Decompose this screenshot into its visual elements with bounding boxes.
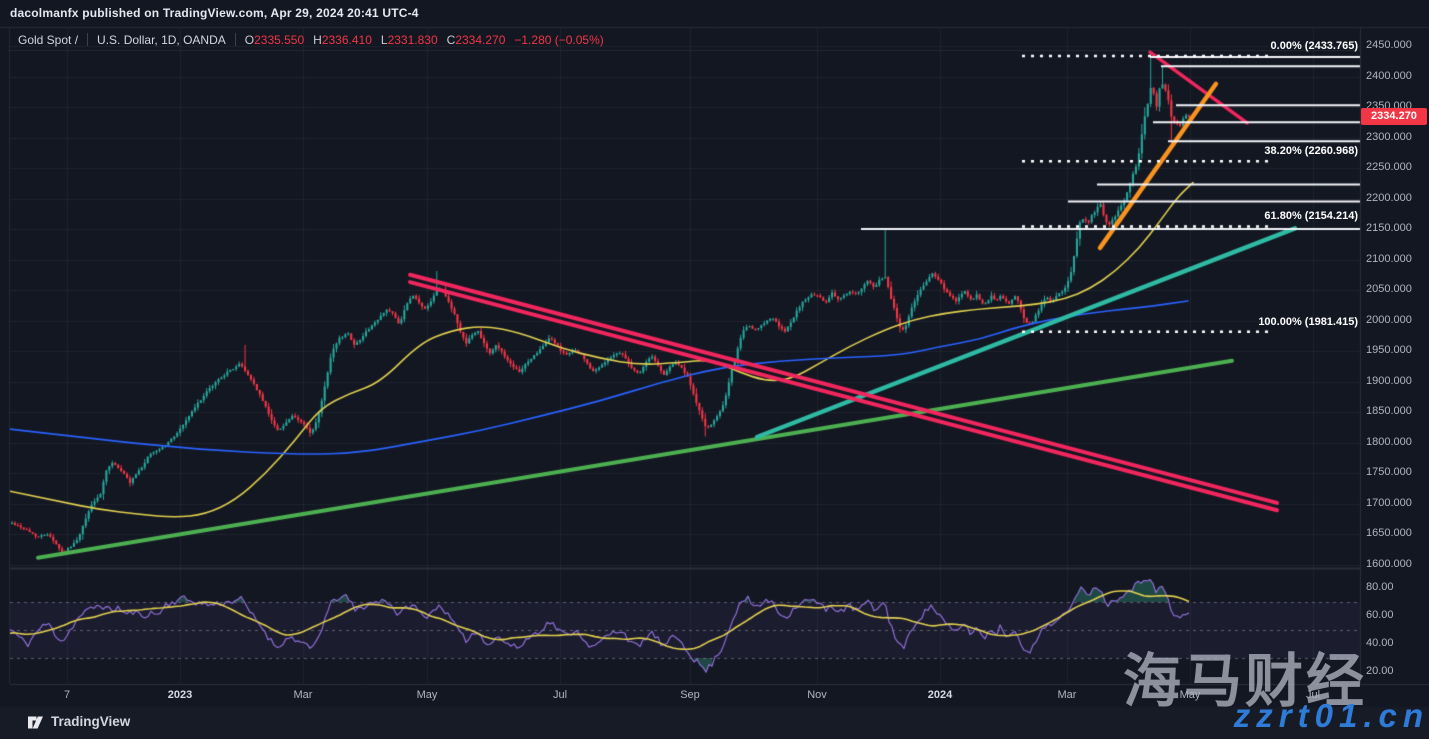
attribution-text: dacolmanfx published on TradingView.com,…	[10, 6, 419, 20]
price-scale-label: 2400.000	[1366, 70, 1412, 82]
ohlc-key: O	[245, 33, 254, 47]
legend-divider	[235, 33, 236, 46]
price-scale-label: 2100.000	[1366, 253, 1412, 265]
symbol-name[interactable]: Gold Spot /	[18, 33, 78, 47]
time-scale-label: Jul	[553, 689, 567, 701]
fib-level-label: 61.80% (2154.214)	[1264, 210, 1358, 222]
change-value: −1.280 (−0.05%)	[514, 33, 603, 47]
rsi-scale-label: 20.00	[1366, 665, 1394, 677]
ohlc-value: 2331.830	[388, 33, 438, 47]
ohlc-value: 2334.270	[455, 33, 505, 47]
price-scale-label: 2000.000	[1366, 314, 1412, 326]
price-scale-label: 2450.000	[1366, 39, 1412, 51]
fib-level-label: 0.00% (2433.765)	[1271, 40, 1358, 52]
chart-canvas[interactable]	[0, 0, 1429, 739]
time-scale-label: 2024	[928, 689, 952, 701]
legend-divider	[87, 33, 88, 46]
tradingview-logo-icon	[27, 713, 44, 730]
price-scale-label: 2150.000	[1366, 222, 1412, 234]
fib-level-label: 38.20% (2260.968)	[1264, 145, 1358, 157]
ohlc-key: C	[447, 33, 456, 47]
time-scale-label: Mar	[294, 689, 313, 701]
rsi-scale-label: 40.00	[1366, 637, 1394, 649]
price-scale-label: 2250.000	[1366, 161, 1412, 173]
time-scale-label: 7	[64, 689, 70, 701]
price-scale-label: 1900.000	[1366, 375, 1412, 387]
time-scale-label: Mar	[1058, 689, 1077, 701]
price-scale-label: 1700.000	[1366, 497, 1412, 509]
ohlc-values: O2335.550 H2336.410 L2331.830 C2334.270	[245, 33, 515, 47]
time-scale-label: Sep	[680, 689, 700, 701]
time-scale-label: May	[417, 689, 438, 701]
tradingview-brand-label: TradingView	[51, 714, 130, 729]
time-scale-label: Nov	[807, 689, 827, 701]
price-scale-label: 1650.000	[1366, 527, 1412, 539]
last-price-tag: 2334.270	[1361, 108, 1427, 125]
price-scale-label: 1950.000	[1366, 344, 1412, 356]
ohlc-key: L	[381, 33, 388, 47]
price-scale-label: 1750.000	[1366, 466, 1412, 478]
price-scale-label: 1850.000	[1366, 405, 1412, 417]
fib-level-label: 100.00% (1981.415)	[1258, 316, 1358, 328]
price-scale-label: 2200.000	[1366, 192, 1412, 204]
price-scale-label: 2300.000	[1366, 131, 1412, 143]
price-scale-label: 2050.000	[1366, 283, 1412, 295]
tradingview-brand-link[interactable]: TradingView	[27, 713, 130, 730]
watermark-url: zzrt01.cn	[1234, 697, 1429, 735]
chart-legend[interactable]: Gold Spot / U.S. Dollar, 1D, OANDA O2335.5…	[18, 33, 604, 47]
rsi-scale-label: 80.00	[1366, 581, 1394, 593]
rsi-scale-label: 60.00	[1366, 609, 1394, 621]
price-scale-label: 1800.000	[1366, 436, 1412, 448]
symbol-details: U.S. Dollar, 1D, OANDA	[97, 33, 226, 47]
ohlc-key: H	[313, 33, 322, 47]
tradingview-published-chart: dacolmanfx published on TradingView.com,…	[0, 0, 1429, 739]
ohlc-value: 2335.550	[254, 33, 304, 47]
ohlc-value: 2336.410	[322, 33, 372, 47]
price-scale-label: 1600.000	[1366, 558, 1412, 570]
time-scale-label: 2023	[168, 689, 192, 701]
